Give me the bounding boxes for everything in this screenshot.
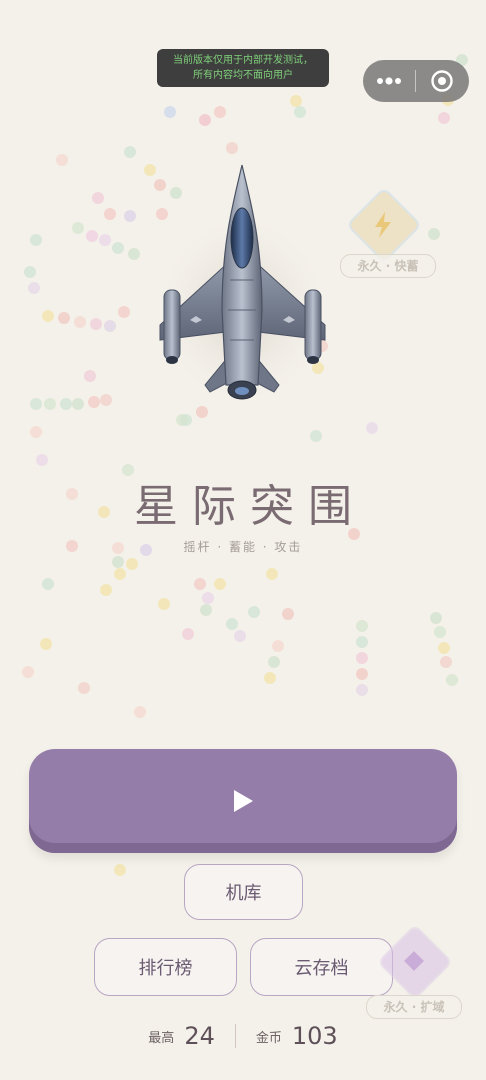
play-triangle-icon (234, 790, 253, 812)
particle-dot (42, 310, 54, 322)
particle-dot (40, 638, 52, 650)
particle-dot (30, 426, 42, 438)
perk-badge-quick-charge[interactable]: 永久 · 快蓄 (340, 186, 436, 285)
badge-label: 永久 · 扩域 (366, 995, 462, 1019)
particle-dot (226, 618, 238, 630)
particle-dot (434, 626, 446, 638)
particle-dot (99, 234, 111, 246)
target-close-icon[interactable] (416, 60, 468, 102)
particle-dot (202, 592, 214, 604)
particle-dot (42, 578, 54, 590)
particle-dot (30, 234, 42, 246)
particle-dot (128, 248, 140, 260)
more-dots-icon[interactable] (363, 60, 415, 102)
particle-dot (248, 606, 260, 618)
particle-dot (112, 556, 124, 568)
particle-dot (124, 210, 136, 222)
lightning-glyph (375, 212, 391, 238)
particle-dot (214, 578, 226, 590)
particle-dot (266, 568, 278, 580)
particle-dot (264, 672, 276, 684)
particle-dot (176, 414, 188, 426)
dev-banner-line2: 所有内容均不面向用户 (193, 70, 293, 81)
particle-dot (158, 598, 170, 610)
particle-dot (446, 674, 458, 686)
particle-dot (36, 454, 48, 466)
dev-test-banner: 当前版本仅用于内部开发测试， 所有内容均不面向用户 (157, 49, 329, 87)
gem-glyph (404, 951, 424, 971)
particle-dot (356, 684, 368, 696)
best-score-label: 最高 (148, 1030, 175, 1046)
play-button[interactable] (29, 749, 457, 853)
particle-dot (440, 656, 452, 668)
particle-dot (290, 95, 302, 107)
particle-dot (112, 242, 124, 254)
badge-label: 永久 · 快蓄 (340, 254, 436, 278)
particle-dot (200, 604, 212, 616)
particle-dot (366, 422, 378, 434)
particle-dot (182, 628, 194, 640)
particle-dot (430, 612, 442, 624)
particle-dot (118, 306, 130, 318)
particle-dot (72, 398, 84, 410)
particle-dot (114, 864, 126, 876)
particle-dot (56, 154, 68, 166)
particle-dot (226, 142, 238, 154)
particle-dot (28, 282, 40, 294)
particle-dot (356, 620, 368, 632)
particle-dot (58, 312, 70, 324)
particle-dot (88, 396, 100, 408)
stats-bar: 最高 24 金币 103 (0, 1018, 486, 1054)
particle-dot (104, 208, 116, 220)
particle-dot (282, 608, 294, 620)
particle-dot (100, 584, 112, 596)
particle-dot (24, 266, 36, 278)
dev-banner-line1: 当前版本仅用于内部开发测试， (173, 55, 313, 66)
particle-dot (194, 578, 206, 590)
particle-dot (428, 228, 440, 240)
best-score-value: 24 (184, 1022, 215, 1050)
particle-dot (30, 398, 42, 410)
particle-dot (356, 636, 368, 648)
particle-dot (268, 656, 280, 668)
particle-dot (134, 706, 146, 718)
particle-dot (180, 414, 192, 426)
particle-dot (214, 106, 226, 118)
particle-dot (310, 430, 322, 442)
particle-dot (72, 222, 84, 234)
perk-badge-expand-range[interactable]: 永久 · 扩域 (366, 923, 462, 1020)
particle-dot (78, 682, 90, 694)
particle-dot (164, 106, 176, 118)
particle-dot (438, 642, 450, 654)
coins-value: 103 (291, 1022, 338, 1050)
particle-dot (356, 668, 368, 680)
particle-dot (126, 558, 138, 570)
miniprogram-menu-capsule (363, 60, 469, 102)
particle-dot (92, 192, 104, 204)
particle-dot (234, 630, 246, 642)
particle-dot (272, 640, 284, 652)
spaceship-sprite (150, 160, 335, 410)
particle-dot (124, 146, 136, 158)
stats-divider (234, 1024, 236, 1048)
particle-dot (74, 316, 86, 328)
hangar-button[interactable]: 机库 (184, 864, 303, 920)
particle-dot (438, 112, 450, 124)
particle-dot (104, 320, 116, 332)
particle-dot (356, 652, 368, 664)
particle-dot (100, 394, 112, 406)
particle-dot (294, 106, 306, 118)
particle-dot (90, 318, 102, 330)
particle-dot (44, 398, 56, 410)
particle-dot (199, 114, 211, 126)
particle-dot (84, 370, 96, 382)
particle-dot (22, 666, 34, 678)
leaderboard-button[interactable]: 排行榜 (94, 938, 237, 996)
particle-dot (86, 230, 98, 242)
coins-label: 金币 (255, 1030, 282, 1046)
game-subtitle: 摇杆 · 蓄能 · 攻击 (183, 540, 303, 554)
particle-dot (60, 398, 72, 410)
game-title: 星际突围 (134, 481, 366, 532)
particle-dot (114, 568, 126, 580)
